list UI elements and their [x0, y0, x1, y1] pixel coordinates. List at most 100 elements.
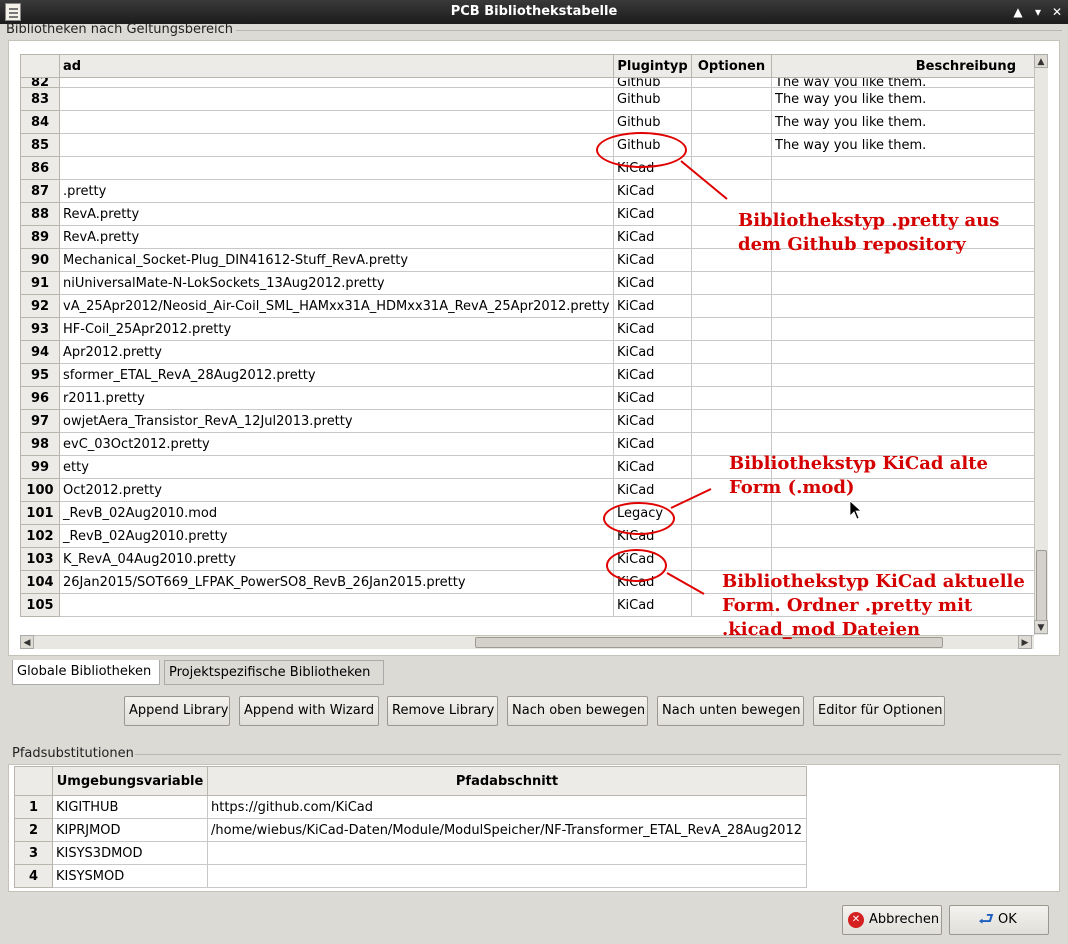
nickname-cell[interactable]: _RevB_02Aug2010.pretty [59, 524, 614, 548]
path-cell[interactable] [207, 864, 807, 888]
nickname-cell[interactable]: Mechanical_Socket-Plug_DIN41612-Stuff_Re… [59, 248, 614, 272]
col-plugin-header[interactable]: Plugintyp [613, 54, 692, 78]
table-row[interactable]: 82 Github The way you like them. [20, 77, 1034, 88]
options-cell[interactable] [691, 77, 772, 88]
plugin-cell[interactable]: KiCad [613, 179, 692, 203]
nickname-cell[interactable]: RevA.pretty [59, 225, 614, 249]
table-row[interactable]: 4 KISYSMOD [14, 864, 807, 888]
table-row[interactable]: 96 r2011.pretty KiCad [20, 386, 1034, 410]
plugin-cell[interactable]: KiCad [613, 363, 692, 387]
append-with-wizard-button[interactable]: Append with Wizard [239, 696, 379, 726]
description-cell[interactable] [771, 409, 1034, 433]
close-icon[interactable]: ✕ [1049, 3, 1065, 21]
plugin-cell[interactable]: KiCad [613, 271, 692, 295]
plugin-cell[interactable]: KiCad [613, 478, 692, 502]
nickname-cell[interactable]: .pretty [59, 179, 614, 203]
options-cell[interactable] [691, 87, 772, 111]
table-row[interactable]: 3 KISYS3DMOD [14, 841, 807, 865]
table-row[interactable]: 86 KiCad [20, 156, 1034, 180]
vertical-scrollbar[interactable]: ▲ ▼ [1034, 54, 1048, 635]
append-library-button[interactable]: Append Library [124, 696, 230, 726]
path-cell[interactable] [207, 841, 807, 865]
description-cell[interactable]: The way you like them. [771, 77, 1034, 88]
col-nickname-header[interactable]: ad [59, 54, 614, 78]
nickname-cell[interactable]: RevA.pretty [59, 202, 614, 226]
cancel-button[interactable]: ✕ Abbrechen [842, 905, 942, 935]
plugin-cell[interactable]: KiCad [613, 202, 692, 226]
plugin-cell[interactable]: KiCad [613, 432, 692, 456]
nickname-cell[interactable] [59, 77, 614, 88]
plugin-cell[interactable]: KiCad [613, 455, 692, 479]
nickname-cell[interactable]: _RevB_02Aug2010.mod [59, 501, 614, 525]
plugin-cell[interactable]: KiCad [613, 317, 692, 341]
plugin-cell[interactable]: KiCad [613, 593, 692, 617]
description-cell[interactable] [771, 156, 1034, 180]
description-cell[interactable] [771, 386, 1034, 410]
nickname-cell[interactable] [59, 593, 614, 617]
options-cell[interactable] [691, 547, 772, 571]
description-cell[interactable]: The way you like them. [771, 133, 1034, 157]
plugin-cell[interactable]: Github [613, 77, 692, 88]
col-path-header[interactable]: Pfadabschnitt [207, 766, 807, 796]
options-cell[interactable] [691, 386, 772, 410]
table-row[interactable]: 94 Apr2012.pretty KiCad [20, 340, 1034, 364]
table-row[interactable]: 84 Github The way you like them. [20, 110, 1034, 134]
options-cell[interactable] [691, 363, 772, 387]
table-row[interactable]: 103 K_RevA_04Aug2010.pretty KiCad [20, 547, 1034, 571]
options-cell[interactable] [691, 271, 772, 295]
options-cell[interactable] [691, 133, 772, 157]
nickname-cell[interactable]: Apr2012.pretty [59, 340, 614, 364]
col-description-header[interactable]: Beschreibung [771, 54, 1034, 78]
table-row[interactable]: 87 .pretty KiCad [20, 179, 1034, 203]
table-row[interactable]: 97 owjetAera_Transistor_RevA_12Jul2013.pr… [20, 409, 1034, 433]
nickname-cell[interactable]: niUniversalMate-N-LokSockets_13Aug2012.p… [59, 271, 614, 295]
nickname-cell[interactable]: K_RevA_04Aug2010.pretty [59, 547, 614, 571]
path-cell[interactable]: https://github.com/KiCad [207, 795, 807, 819]
table-row[interactable]: 83 Github The way you like them. [20, 87, 1034, 111]
table-row[interactable]: 85 Github The way you like them. [20, 133, 1034, 157]
nickname-cell[interactable]: vA_25Apr2012/Neosid_Air-Coil_SML_HAMxx31… [59, 294, 614, 318]
env-var-cell[interactable]: KIPRJMOD [52, 818, 208, 842]
plugin-cell[interactable]: KiCad [613, 225, 692, 249]
nickname-cell[interactable]: owjetAera_Transistor_RevA_12Jul2013.pret… [59, 409, 614, 433]
nickname-cell[interactable]: Oct2012.pretty [59, 478, 614, 502]
table-row[interactable]: 2 KIPRJMOD/home/wiebus/KiCad-Daten/Module… [14, 818, 807, 842]
scroll-left-icon[interactable]: ◀ [20, 635, 34, 649]
maximize-icon[interactable]: ▲ [1010, 3, 1026, 21]
description-cell[interactable] [771, 547, 1034, 571]
ok-button[interactable]: ⮐ OK [949, 905, 1049, 935]
options-cell[interactable] [691, 317, 772, 341]
nickname-cell[interactable]: sformer_ETAL_RevA_28Aug2012.pretty [59, 363, 614, 387]
table-row[interactable]: 91 niUniversalMate-N-LokSockets_13Aug2012… [20, 271, 1034, 295]
move-down-button[interactable]: Nach unten bewegen [657, 696, 804, 726]
options-cell[interactable] [691, 524, 772, 548]
nickname-cell[interactable]: etty [59, 455, 614, 479]
col-env-var-header[interactable]: Umgebungsvariable [52, 766, 208, 796]
description-cell[interactable]: The way you like them. [771, 87, 1034, 111]
scroll-up-icon[interactable]: ▲ [1034, 54, 1048, 68]
nickname-cell[interactable] [59, 110, 614, 134]
nickname-cell[interactable] [59, 156, 614, 180]
nickname-cell[interactable] [59, 133, 614, 157]
table-row[interactable]: 102 _RevB_02Aug2010.pretty KiCad [20, 524, 1034, 548]
table-row[interactable]: 93 HF-Coil_25Apr2012.pretty KiCad [20, 317, 1034, 341]
description-cell[interactable]: The way you like them. [771, 110, 1034, 134]
options-editor-button[interactable]: Editor für Optionen [813, 696, 945, 726]
description-cell[interactable] [771, 501, 1034, 525]
table-row[interactable]: 1 KIGITHUB https://github.com/KiCad [14, 795, 807, 819]
options-cell[interactable] [691, 156, 772, 180]
description-cell[interactable] [771, 363, 1034, 387]
plugin-cell[interactable]: KiCad [613, 248, 692, 272]
env-var-cell[interactable]: KISYS3DMOD [52, 841, 208, 865]
plugin-cell[interactable]: Github [613, 110, 692, 134]
remove-library-button[interactable]: Remove Library [387, 696, 498, 726]
description-cell[interactable] [771, 271, 1034, 295]
nickname-cell[interactable]: 26Jan2015/SOT669_LFPAK_PowerSO8_RevB_26J… [59, 570, 614, 594]
plugin-cell[interactable]: KiCad [613, 294, 692, 318]
options-cell[interactable] [691, 110, 772, 134]
options-cell[interactable] [691, 179, 772, 203]
description-cell[interactable] [771, 179, 1034, 203]
options-cell[interactable] [691, 294, 772, 318]
move-up-button[interactable]: Nach oben bewegen [507, 696, 648, 726]
restore-icon[interactable]: ▾ [1030, 3, 1046, 21]
